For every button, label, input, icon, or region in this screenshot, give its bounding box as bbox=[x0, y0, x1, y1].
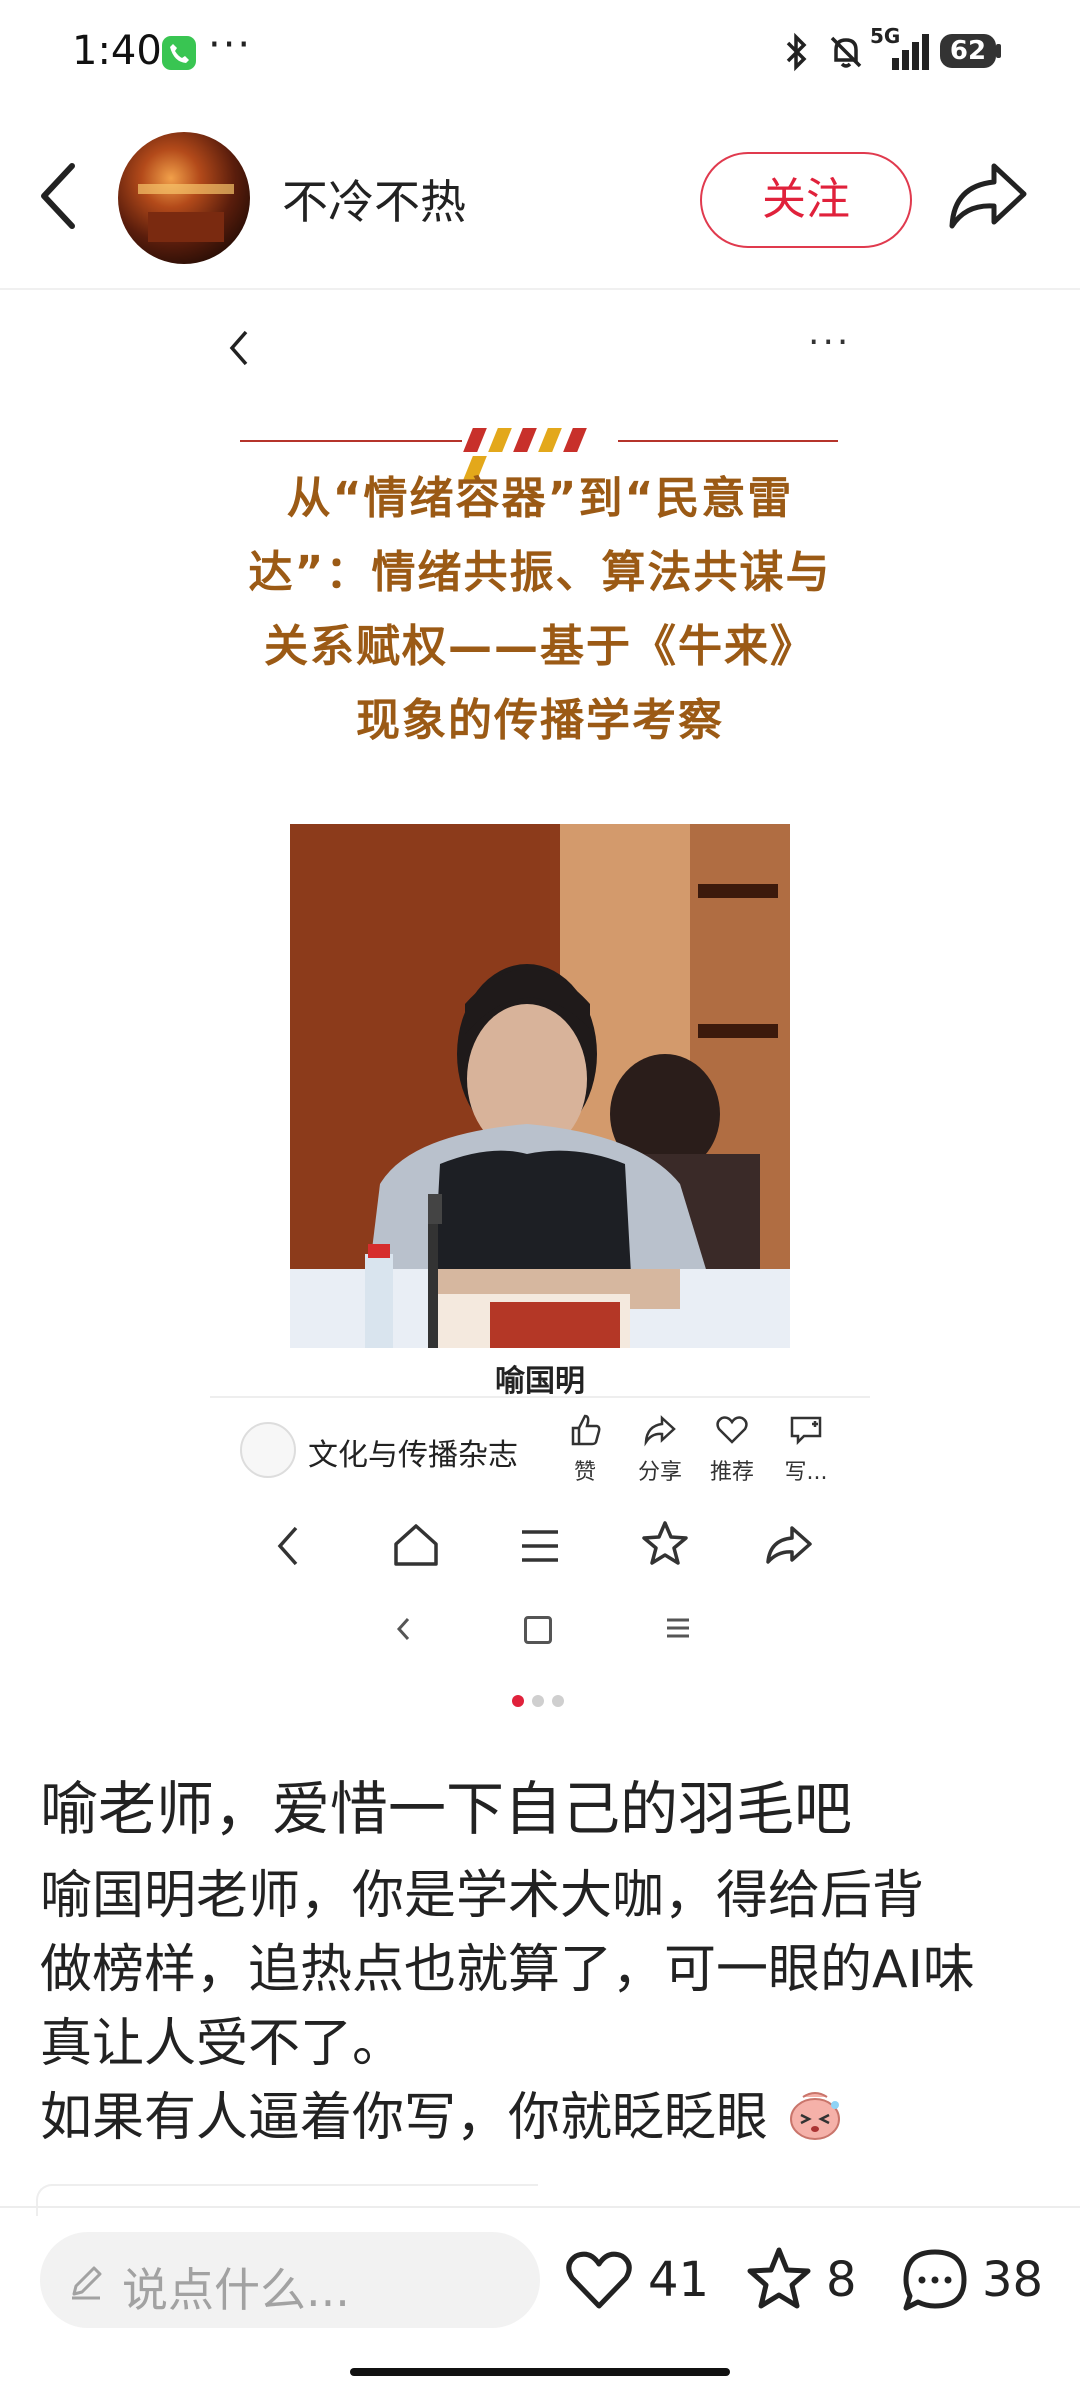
title-stripe bbox=[563, 428, 587, 452]
title-stripe bbox=[513, 428, 537, 452]
image-pager-dots[interactable] bbox=[512, 1692, 572, 1711]
inner-share-action: 分享 bbox=[630, 1412, 690, 1486]
inner-nav-star-icon bbox=[640, 1518, 690, 1572]
inner-back-icon bbox=[226, 326, 252, 374]
share-icon[interactable] bbox=[944, 156, 1032, 240]
inner-recommend-action: 推荐 bbox=[702, 1412, 762, 1486]
inner-nav-share-icon bbox=[764, 1522, 814, 1570]
share-icon bbox=[644, 1415, 676, 1447]
title-stripe bbox=[538, 428, 562, 452]
favorite-button[interactable] bbox=[744, 2244, 814, 2318]
status-time: 1:40 bbox=[72, 28, 162, 74]
article-title-line-3: 关系赋权——基于《牛来》 bbox=[264, 621, 816, 672]
post-body-line-1: 喻国明老师，你是学术大咖，得给后背 bbox=[40, 1866, 925, 1926]
inner-system-home-icon bbox=[524, 1616, 552, 1644]
post-body-line-4-text: 如果有人逼着你写，你就眨眨眼 bbox=[40, 2088, 769, 2148]
magazine-avatar bbox=[240, 1422, 296, 1478]
header-divider bbox=[0, 288, 1080, 290]
post-body-line-2: 做榜样，追热点也就算了，可一眼的AI味 bbox=[40, 1940, 975, 2000]
cellular-signal-icon: 5G bbox=[870, 24, 930, 72]
pager-dot[interactable] bbox=[532, 1695, 544, 1707]
heart-icon[interactable] bbox=[564, 2248, 634, 2312]
back-button[interactable] bbox=[36, 160, 80, 236]
author-avatar[interactable] bbox=[118, 132, 250, 264]
inner-like-action: 赞 bbox=[560, 1412, 610, 1486]
title-stripe bbox=[488, 428, 512, 452]
inner-nav-menu-icon bbox=[518, 1524, 562, 1572]
inner-system-menu-icon bbox=[664, 1614, 692, 1646]
inner-nav-back-icon bbox=[272, 1522, 304, 1574]
pencil-icon bbox=[66, 2262, 106, 2306]
inner-divider bbox=[210, 1396, 870, 1398]
star-icon[interactable] bbox=[744, 2244, 814, 2314]
title-rule-left bbox=[240, 440, 462, 442]
follow-button[interactable]: 关注 bbox=[700, 152, 912, 248]
thumbs-up-icon bbox=[571, 1414, 601, 1446]
inner-nav-home-icon bbox=[390, 1520, 442, 1574]
comment-button[interactable] bbox=[900, 2246, 970, 2320]
like-button[interactable] bbox=[564, 2248, 634, 2316]
comment-count: 38 bbox=[982, 2252, 1044, 2308]
post-body-line-3: 真让人受不了。 bbox=[40, 2014, 405, 2074]
title-stripe bbox=[463, 428, 487, 452]
article-title-line-2: 达”：情绪共振、算法共谋与 bbox=[248, 547, 832, 598]
inner-system-back-icon bbox=[392, 1614, 416, 1648]
status-more-icon: ··· bbox=[208, 22, 253, 68]
article-title-line-4: 现象的传播学考察 bbox=[356, 695, 724, 746]
favorite-count: 8 bbox=[826, 2252, 857, 2308]
author-name[interactable]: 不冷不热 bbox=[282, 166, 466, 232]
embedded-card-edge bbox=[36, 2184, 538, 2216]
photo-caption: 喻国明 bbox=[495, 1364, 585, 1399]
post-body-line-4: 如果有人逼着你写，你就眨眨眼 bbox=[40, 2082, 845, 2154]
inner-write-label: 写... bbox=[784, 1460, 828, 1485]
post-title: 喻老师，爱惜一下自己的羽毛吧 bbox=[40, 1775, 853, 1843]
battery-tip bbox=[996, 44, 1001, 58]
like-count: 41 bbox=[648, 2252, 710, 2308]
article-photo bbox=[290, 824, 790, 1348]
pager-dot-active[interactable] bbox=[512, 1695, 524, 1707]
magazine-name: 文化与传播杂志 bbox=[308, 1438, 518, 1473]
comment-placeholder[interactable]: 说点什么... bbox=[122, 2254, 350, 2320]
phone-call-icon[interactable] bbox=[162, 36, 196, 70]
battery-indicator: 62 bbox=[940, 34, 996, 68]
inner-like-label: 赞 bbox=[573, 1460, 596, 1485]
network-type: 5G bbox=[870, 24, 901, 48]
comment-icon bbox=[790, 1416, 822, 1446]
title-rule-right bbox=[618, 440, 838, 442]
home-indicator[interactable] bbox=[350, 2368, 730, 2376]
blink-emoji-icon bbox=[789, 2092, 840, 2140]
bluetooth-icon bbox=[780, 32, 814, 76]
title-stripes bbox=[463, 428, 614, 480]
inner-write-action: 写... bbox=[774, 1412, 838, 1486]
heart-icon bbox=[716, 1416, 748, 1444]
bottom-bar-divider bbox=[0, 2206, 1080, 2208]
inner-more-icon: ··· bbox=[808, 322, 852, 363]
bell-muted-icon bbox=[826, 32, 866, 76]
comment-bubble-icon[interactable] bbox=[900, 2246, 970, 2316]
inner-share-label: 分享 bbox=[637, 1460, 682, 1485]
pager-dot[interactable] bbox=[552, 1695, 564, 1707]
inner-recommend-label: 推荐 bbox=[709, 1460, 754, 1485]
article-title-line-1: 从“情绪容器”到“民意雷 bbox=[286, 473, 794, 524]
